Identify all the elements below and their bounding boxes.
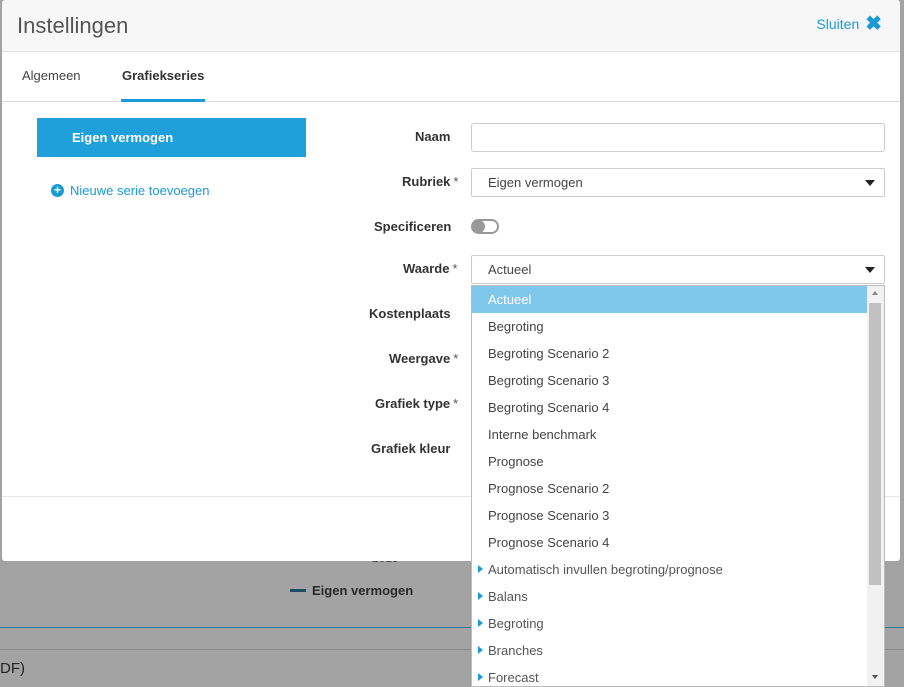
dropdown-group[interactable]: Begroting [472, 610, 868, 637]
grafiek-type-label: Grafiek type * [375, 396, 459, 411]
dropdown-option[interactable]: Prognose Scenario 3 [472, 502, 868, 529]
series-item-eigen-vermogen[interactable]: Eigen vermogen [37, 118, 306, 157]
close-button[interactable]: Sluiten ✖ [816, 13, 882, 35]
specify-label: Specificeren [374, 219, 452, 234]
caret-right-icon [478, 565, 483, 573]
dropdown-option[interactable]: Begroting Scenario 3 [472, 367, 868, 394]
background-chart-legend: Eigen vermogen [290, 583, 413, 598]
dropdown-group[interactable]: Forecast [472, 664, 868, 686]
tab-algemeen[interactable]: Algemeen [22, 68, 81, 102]
dropdown-scrollbar[interactable] [867, 286, 884, 686]
scroll-up-arrow-icon[interactable] [872, 291, 878, 295]
add-series-label: Nieuwe serie toevoegen [70, 183, 210, 198]
chevron-down-icon [865, 180, 875, 186]
grafiek-kleur-label: Grafiek kleur [371, 441, 451, 456]
plus-circle-icon: + [51, 184, 64, 197]
rubriek-label: Rubriek * [402, 174, 459, 189]
name-label: Naam [415, 129, 451, 144]
legend-swatch [290, 589, 306, 592]
tab-grafiekseries[interactable]: Grafiekseries [121, 68, 206, 102]
caret-right-icon [478, 646, 483, 654]
dropdown-option[interactable]: Begroting Scenario 4 [472, 394, 868, 421]
caret-right-icon [478, 619, 483, 627]
specify-toggle[interactable] [471, 219, 499, 234]
kostenplaats-label: Kostenplaats [369, 306, 451, 321]
name-input[interactable] [471, 123, 885, 152]
waarde-dropdown-list: Actueel Begroting Begroting Scenario 2 B… [471, 285, 885, 687]
add-series-button[interactable]: + Nieuwe serie toevoegen [51, 183, 209, 198]
background-text: DF) [0, 660, 25, 677]
dropdown-option[interactable]: Prognose Scenario 2 [472, 475, 868, 502]
waarde-label: Waarde * [403, 261, 458, 276]
waarde-select[interactable]: Actueel [471, 255, 885, 284]
rubriek-select[interactable]: Eigen vermogen [471, 168, 885, 197]
caret-right-icon [478, 592, 483, 600]
dropdown-group[interactable]: Automatisch invullen begroting/prognose [472, 556, 868, 583]
dropdown-group[interactable]: Branches [472, 637, 868, 664]
scrollbar-thumb[interactable] [869, 303, 881, 585]
chevron-down-icon [865, 267, 875, 273]
close-label: Sluiten [816, 16, 860, 32]
legend-label: Eigen vermogen [312, 583, 414, 598]
dropdown-group[interactable]: Balans [472, 583, 868, 610]
dropdown-option[interactable]: Prognose Scenario 4 [472, 529, 868, 556]
dropdown-option[interactable]: Actueel [472, 286, 868, 313]
caret-right-icon [478, 673, 483, 681]
weergave-label: Weergave * [389, 351, 459, 366]
dropdown-option[interactable]: Begroting [472, 313, 868, 340]
dropdown-option[interactable]: Begroting Scenario 2 [472, 340, 868, 367]
close-x-icon: ✖ [865, 13, 882, 35]
scroll-down-arrow-icon[interactable] [872, 675, 878, 679]
modal-title: Instellingen [17, 13, 129, 38]
toggle-knob [472, 220, 485, 233]
modal-header: Instellingen Sluiten ✖ [2, 0, 900, 52]
tab-bar: Algemeen Grafiekseries [2, 52, 900, 102]
dropdown-option[interactable]: Interne benchmark [472, 421, 868, 448]
dropdown-option[interactable]: Prognose [472, 448, 868, 475]
